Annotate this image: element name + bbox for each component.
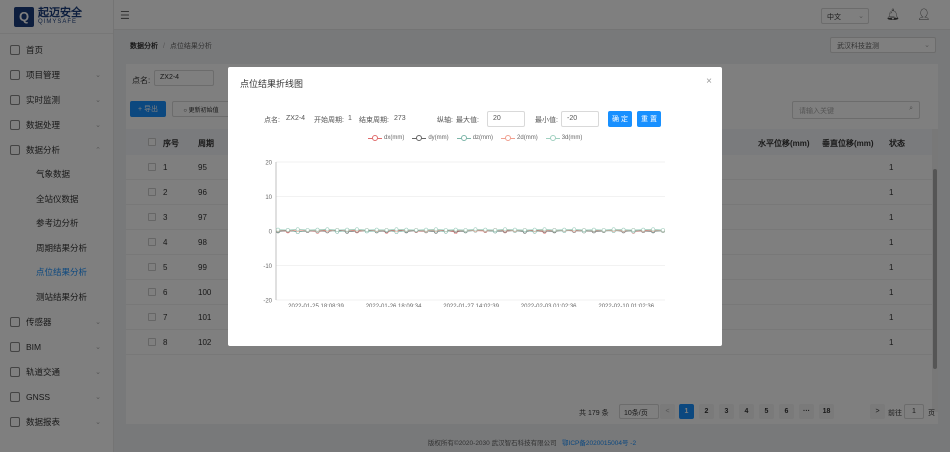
legend-label: 2d(mm) xyxy=(517,135,538,141)
data-point[interactable] xyxy=(355,227,359,232)
data-point[interactable] xyxy=(276,227,280,232)
end-period-label: 结束周期: xyxy=(359,117,389,124)
data-point[interactable] xyxy=(443,228,448,232)
dialog-filters: 点名: ZX2-4 开始周期: 1 结束周期: 273 纵轴: 最大值: 20 … xyxy=(228,111,722,129)
data-point[interactable] xyxy=(404,227,409,232)
data-point[interactable] xyxy=(394,227,399,232)
data-point[interactable] xyxy=(621,227,626,232)
legend-item-4[interactable]: 3d(mm) xyxy=(545,134,583,141)
data-point[interactable] xyxy=(295,227,300,232)
line-chart: 20 10 0 -10 -20 2022-01-25 18:08:39 2022-01-26… xyxy=(263,161,665,307)
data-point[interactable] xyxy=(552,228,557,232)
y-tick-label: 0 xyxy=(269,230,273,236)
y-tick-label: 10 xyxy=(265,195,272,201)
data-point[interactable] xyxy=(434,227,438,232)
data-point[interactable] xyxy=(651,227,656,232)
x-tick-label: 2022-02-03 01:02:36 xyxy=(521,304,577,307)
data-point[interactable] xyxy=(374,227,379,232)
legend-dot xyxy=(416,134,423,141)
start-period-label: 开始周期: xyxy=(314,117,344,124)
max-value-input[interactable]: 20 xyxy=(487,111,525,127)
dialog-title: 点位结果折线图 xyxy=(240,79,304,89)
data-point[interactable] xyxy=(513,227,517,232)
y-axis-label: 纵轴: xyxy=(437,117,453,124)
data-point[interactable] xyxy=(661,228,665,232)
x-tick-label: 2022-01-25 18:08:39 xyxy=(288,304,344,307)
data-point[interactable] xyxy=(631,228,636,232)
legend-label: dx(mm) xyxy=(384,135,405,141)
data-point[interactable] xyxy=(414,228,419,232)
data-point[interactable] xyxy=(305,228,310,232)
max-label: 最大值: xyxy=(456,117,479,124)
data-point[interactable] xyxy=(542,227,547,232)
data-point[interactable] xyxy=(582,228,586,232)
y-tick-label: -20 xyxy=(263,299,272,305)
x-tick-label: 2022-01-26 18:09:34 xyxy=(366,304,422,307)
legend-marker xyxy=(456,134,471,141)
legend-dot xyxy=(372,134,378,141)
x-tick-label: 2022-02-10 01:02:36 xyxy=(598,304,654,307)
data-point[interactable] xyxy=(522,228,527,232)
legend-dot xyxy=(505,134,512,141)
legend-item-3[interactable]: 2d(mm) xyxy=(501,134,538,141)
legend-dot xyxy=(549,134,556,141)
legend-item-2[interactable]: dz(mm) xyxy=(456,134,494,141)
y-tick-label: -10 xyxy=(263,264,272,270)
data-point[interactable] xyxy=(611,227,616,232)
data-point[interactable] xyxy=(591,227,596,232)
data-point[interactable] xyxy=(335,228,340,232)
reset-button[interactable]: 重 置 xyxy=(637,111,661,127)
y-tick-label: 20 xyxy=(265,161,272,167)
x-tick-label: 2022-01-27 14:02:39 xyxy=(443,304,499,307)
start-period-value: 1 xyxy=(348,115,352,122)
legend-marker xyxy=(501,134,516,141)
legend-label: 3d(mm) xyxy=(561,135,583,141)
data-point[interactable] xyxy=(473,227,478,232)
point-name-value: ZX2-4 xyxy=(286,115,306,122)
chart-dialog: 点位结果折线图 × 点名: ZX2-4 开始周期: 1 结束周期: 273 纵轴… xyxy=(228,67,722,346)
data-point[interactable] xyxy=(424,227,428,232)
data-point[interactable] xyxy=(532,227,537,232)
close-icon[interactable]: × xyxy=(706,76,712,87)
data-point[interactable] xyxy=(503,227,507,232)
data-point[interactable] xyxy=(325,227,330,232)
confirm-button[interactable]: 确 定 xyxy=(608,111,632,127)
data-point[interactable] xyxy=(562,227,567,232)
legend-marker xyxy=(368,134,382,141)
data-point[interactable] xyxy=(572,227,577,232)
data-point[interactable] xyxy=(285,228,290,232)
end-period-value: 273 xyxy=(394,115,406,122)
min-value-input[interactable]: -20 xyxy=(561,111,599,127)
legend-label: dy(mm) xyxy=(428,135,449,141)
legend-marker xyxy=(545,134,560,141)
legend-marker xyxy=(412,134,427,141)
data-point[interactable] xyxy=(364,228,369,232)
data-point[interactable] xyxy=(641,227,646,232)
data-point[interactable] xyxy=(493,228,498,232)
data-point[interactable] xyxy=(483,227,488,232)
point-name-label: 点名: xyxy=(264,117,280,124)
data-point[interactable] xyxy=(315,227,320,232)
data-point[interactable] xyxy=(453,227,458,232)
min-label: 最小值: xyxy=(535,117,558,124)
legend-dot xyxy=(460,134,467,141)
data-point[interactable] xyxy=(384,228,389,232)
legend-item-0[interactable]: dx(mm) xyxy=(368,134,405,141)
data-point[interactable] xyxy=(601,228,606,232)
chart-legend: dx(mm) dy(mm) dz(mm) 2d(mm) 3d(mm) xyxy=(368,134,583,141)
legend-item-1[interactable]: dy(mm) xyxy=(412,134,449,141)
legend-label: dz(mm) xyxy=(472,135,494,141)
data-point[interactable] xyxy=(345,227,350,232)
data-point[interactable] xyxy=(463,228,468,232)
